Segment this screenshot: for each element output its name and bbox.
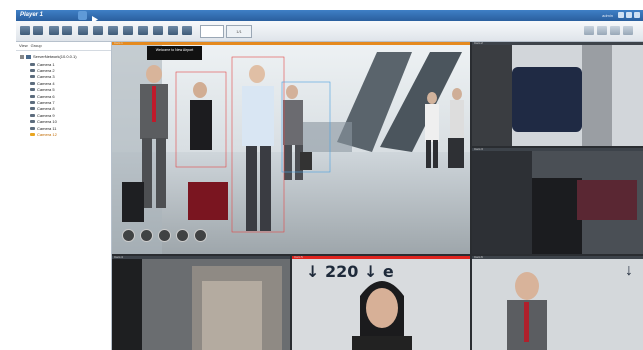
tree-root[interactable]: ServerNetwork(10.0.0.1) bbox=[20, 54, 77, 60]
video-grid: Cam 1 Welcome to New Airport Cam 2 Cam 3… bbox=[112, 42, 643, 350]
right-sign: ↓ bbox=[625, 262, 633, 279]
snapshot-icon[interactable] bbox=[584, 26, 594, 35]
video-tile-2[interactable]: Cam 2 bbox=[472, 42, 643, 146]
camera-label: Camera 12 bbox=[37, 131, 57, 137]
video-tile-3[interactable]: Cam 3 bbox=[472, 148, 643, 254]
play-icon[interactable] bbox=[90, 11, 99, 23]
layout-1plus12-icon[interactable] bbox=[123, 26, 133, 35]
layout-5x5-icon[interactable] bbox=[138, 26, 148, 35]
toolbar: 1/1 bbox=[16, 21, 643, 42]
minimize-button[interactable] bbox=[618, 12, 624, 18]
video-frame-main bbox=[112, 42, 470, 254]
camera-label: Camera 5 bbox=[37, 87, 55, 93]
video-tile-5[interactable]: Cam 5 ↓ 220 ↓ e bbox=[292, 256, 470, 350]
tree-tabs: View Group bbox=[16, 42, 111, 51]
stream-select[interactable] bbox=[200, 25, 224, 38]
layout-1plus7-icon[interactable] bbox=[93, 26, 103, 35]
expand-icon[interactable] bbox=[20, 55, 24, 59]
device-tree-panel: View Group ServerNetwork(10.0.0.1) Camer… bbox=[16, 42, 112, 350]
close-button[interactable] bbox=[634, 12, 640, 18]
record-icon[interactable] bbox=[597, 26, 607, 35]
tile-header-5: Cam 5 bbox=[292, 256, 470, 259]
camera-icon bbox=[30, 94, 35, 98]
app-menu-icon[interactable] bbox=[78, 11, 87, 20]
title-bar: Player 1 admin bbox=[16, 10, 643, 23]
camera-list: Camera 1 Camera 2 Camera 3 Camera 4 Camera 5… bbox=[30, 61, 57, 138]
video-tile-main[interactable]: Cam 1 Welcome to New Airport bbox=[112, 42, 470, 254]
camera-icon bbox=[30, 62, 35, 66]
camera-icon bbox=[30, 88, 35, 92]
tree-root-label: ServerNetwork(10.0.0.1) bbox=[33, 54, 77, 59]
camera-icon bbox=[30, 69, 35, 73]
camera-label: Camera 3 bbox=[37, 74, 55, 80]
video-tile-6[interactable]: Cam 6 ↓ bbox=[472, 256, 643, 350]
tile-header-main: Cam 1 bbox=[112, 42, 470, 45]
video-tile-4[interactable]: Cam 4 bbox=[112, 256, 290, 350]
camera-icon bbox=[30, 132, 35, 136]
fullscreen-icon[interactable] bbox=[182, 26, 192, 35]
layout-2plus8-icon[interactable] bbox=[108, 26, 118, 35]
maximize-button[interactable] bbox=[626, 12, 632, 18]
vms-application: Player 1 admin 1/1 View Group ServerNetw… bbox=[16, 10, 643, 350]
camera-icon bbox=[30, 75, 35, 79]
layout-4x4-icon[interactable] bbox=[62, 26, 72, 35]
layout-8x8-icon[interactable] bbox=[168, 26, 178, 35]
camera-icon bbox=[30, 120, 35, 124]
layout-2x2-icon[interactable] bbox=[33, 26, 43, 35]
layout-6x6-icon[interactable] bbox=[153, 26, 163, 35]
camera-icon bbox=[30, 101, 35, 105]
camera-icon bbox=[30, 107, 35, 111]
tab-view[interactable]: View bbox=[19, 42, 28, 50]
ptz-focus-icon[interactable] bbox=[194, 229, 207, 242]
camera-item[interactable]: Camera 12 bbox=[30, 131, 57, 137]
video-frame-3 bbox=[472, 148, 643, 254]
layout-1x1-icon[interactable] bbox=[20, 26, 30, 35]
camera-icon bbox=[30, 126, 35, 130]
video-frame-4 bbox=[112, 256, 290, 350]
window-title: Player 1 bbox=[20, 12, 44, 18]
sign-text: ↓ 220 ↓ e bbox=[306, 262, 394, 281]
ptz-up-icon[interactable] bbox=[140, 229, 153, 242]
ptz-controls bbox=[122, 229, 207, 242]
audio-icon[interactable] bbox=[610, 26, 620, 35]
tile-header-6: Cam 6 bbox=[472, 256, 643, 259]
ptz-down-icon[interactable] bbox=[158, 229, 171, 242]
zoom-select[interactable]: 1/1 bbox=[226, 25, 252, 38]
user-label: admin bbox=[602, 13, 613, 18]
camera-label: Camera 11 bbox=[37, 125, 57, 131]
welcome-banner: Welcome to New Airport bbox=[155, 48, 194, 52]
camera-label: Camera 7 bbox=[37, 100, 55, 106]
tile-header-2: Cam 2 bbox=[472, 42, 643, 45]
layout-1plus5-icon[interactable] bbox=[78, 26, 88, 35]
ptz-left-icon[interactable] bbox=[122, 229, 135, 242]
video-frame-6 bbox=[472, 256, 643, 350]
camera-label: Camera 10 bbox=[37, 119, 57, 125]
camera-label: Camera 2 bbox=[37, 68, 55, 74]
camera-label: Camera 6 bbox=[37, 93, 55, 99]
settings-icon[interactable] bbox=[623, 26, 633, 35]
server-icon bbox=[26, 55, 31, 59]
camera-icon bbox=[30, 113, 35, 117]
window-controls bbox=[618, 12, 640, 18]
camera-label: Camera 8 bbox=[37, 106, 55, 112]
camera-label: Camera 4 bbox=[37, 80, 55, 86]
ptz-zoom-icon[interactable] bbox=[176, 229, 189, 242]
camera-icon bbox=[30, 81, 35, 85]
camera-label: Camera 9 bbox=[37, 112, 55, 118]
video-frame-2 bbox=[472, 42, 643, 146]
tile-header-4: Cam 4 bbox=[112, 256, 290, 259]
tab-group[interactable]: Group bbox=[31, 42, 42, 50]
layout-3x3-icon[interactable] bbox=[49, 26, 59, 35]
camera-label: Camera 1 bbox=[37, 61, 55, 67]
tile-header-3: Cam 3 bbox=[472, 148, 643, 151]
